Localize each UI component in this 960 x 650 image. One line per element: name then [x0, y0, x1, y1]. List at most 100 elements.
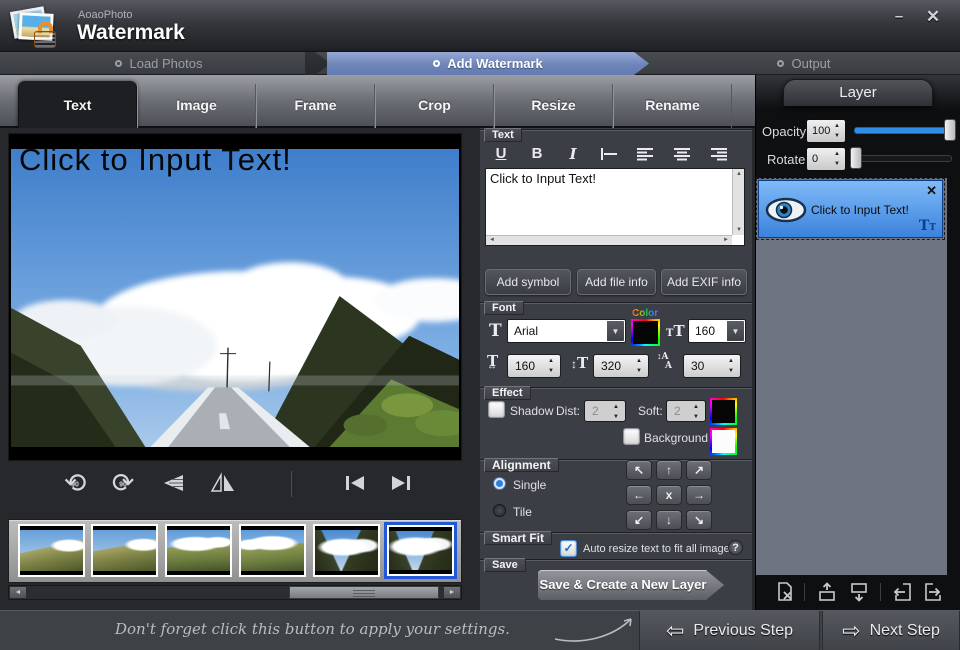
minimize-button[interactable]: –	[886, 7, 912, 27]
mirror-button[interactable]	[206, 465, 240, 501]
rotate-right-90-button[interactable]: ⟳ 90	[106, 465, 140, 501]
dropdown-arrow-icon[interactable]: ▼	[727, 321, 744, 341]
char-height-spinner[interactable]: 320 ▲▼	[593, 354, 649, 378]
single-radio[interactable]	[493, 477, 506, 490]
layer-delete-icon[interactable]: ✕	[926, 183, 937, 199]
tab-image[interactable]: Image	[137, 84, 256, 128]
scroll-left-icon[interactable]: ◄	[486, 237, 498, 243]
spinner-arrows-icon[interactable]: ▲▼	[545, 356, 557, 376]
scrollbar-thumb[interactable]	[289, 586, 439, 599]
rotate-spinner[interactable]: 0 ▲▼	[806, 147, 846, 171]
help-icon[interactable]: ?	[728, 540, 743, 555]
align-left-icon	[636, 147, 654, 161]
watermark-text-overlay[interactable]: Click to Input Text!	[19, 142, 292, 178]
rotate-left-90-button[interactable]: ⟲ 90	[58, 465, 92, 501]
align-right-button[interactable]	[704, 142, 734, 165]
thumbnail-4[interactable]	[239, 524, 306, 577]
flip-horizontal-button[interactable]	[156, 465, 190, 501]
opacity-slider-handle[interactable]	[944, 119, 956, 141]
line-spacing-spinner[interactable]: 30 ▲▼	[683, 354, 741, 378]
align-bottom-left-button[interactable]: ↙	[626, 510, 652, 530]
spinner-arrows-icon[interactable]: ▲▼	[610, 402, 622, 422]
step-output[interactable]: Output	[648, 52, 960, 75]
strikethrough-button[interactable]	[594, 142, 624, 165]
text-vertical-scrollbar[interactable]: ▲ ▼	[732, 169, 744, 235]
next-photo-button[interactable]	[384, 465, 418, 501]
auto-resize-checkbox[interactable]: ✓	[560, 540, 577, 557]
mirror-icon	[210, 472, 236, 494]
spinner-arrows-icon[interactable]: ▲▼	[831, 149, 843, 169]
step-add-watermark[interactable]: Add Watermark	[327, 52, 649, 75]
align-bottom-button[interactable]: ↓	[656, 510, 682, 530]
move-layer-up-button[interactable]	[816, 581, 838, 603]
save-create-layer-button[interactable]: Save & Create a New Layer	[538, 570, 724, 600]
shadow-color-swatch[interactable]	[710, 398, 737, 425]
shadow-checkbox[interactable]	[488, 401, 505, 418]
scroll-down-icon[interactable]: ▼	[733, 227, 745, 233]
next-step-button[interactable]: ⇨ Next Step	[822, 611, 960, 650]
add-exif-info-button[interactable]: Add EXIF info	[661, 269, 747, 295]
layer-item-selected[interactable]: Click to Input Text! ✕ TT	[758, 180, 943, 238]
text-settings-panel: Text U B I Click to Input Text! ▲ ▼	[480, 128, 752, 610]
close-button[interactable]: ✕	[920, 7, 946, 27]
step-load-photos[interactable]: Load Photos	[0, 52, 318, 75]
previous-step-button[interactable]: ⇦ Previous Step	[639, 611, 820, 650]
underline-button[interactable]: U	[486, 142, 516, 165]
scroll-right-icon[interactable]: ►	[720, 237, 732, 243]
step-ring-icon	[433, 60, 440, 67]
import-layers-button[interactable]	[891, 581, 913, 603]
italic-button[interactable]: I	[558, 142, 588, 165]
spinner-arrows-icon[interactable]: ▲▼	[725, 356, 737, 376]
watermark-text-input[interactable]: Click to Input Text! ▲ ▼ ◄ ►	[485, 168, 745, 246]
align-right-pos-button[interactable]: →	[686, 485, 712, 505]
rotate-slider-track[interactable]	[854, 155, 952, 162]
export-layers-button[interactable]	[923, 581, 945, 603]
soft-spinner[interactable]: 2 ▲▼	[666, 400, 706, 422]
tile-radio[interactable]	[493, 504, 506, 517]
spinner-arrows-icon[interactable]: ▲▼	[831, 121, 843, 141]
font-size-select[interactable]: 160 ▼	[688, 319, 746, 343]
dropdown-arrow-icon[interactable]: ▼	[607, 321, 624, 341]
previous-photo-button[interactable]	[338, 465, 372, 501]
spinner-arrows-icon[interactable]: ▲▼	[690, 402, 702, 422]
app-logo-icon	[10, 4, 58, 48]
align-center-button[interactable]	[667, 142, 697, 165]
tab-crop[interactable]: Crop	[375, 84, 494, 128]
scroll-up-icon[interactable]: ▲	[733, 171, 745, 177]
move-layer-down-button[interactable]	[848, 581, 870, 603]
background-checkbox[interactable]	[623, 428, 640, 445]
scroll-right-button[interactable]: ►	[443, 586, 461, 599]
align-top-right-button[interactable]: ↗	[686, 460, 712, 480]
align-top-left-button[interactable]: ↖	[626, 460, 652, 480]
tab-rename[interactable]: Rename	[613, 84, 732, 128]
font-family-select[interactable]: Arial ▼	[507, 319, 626, 343]
layer-visibility-eye-icon[interactable]	[764, 194, 808, 226]
align-bottom-right-button[interactable]: ↘	[686, 510, 712, 530]
align-left-pos-button[interactable]: ←	[626, 485, 652, 505]
font-color-swatch[interactable]	[631, 319, 660, 346]
add-symbol-button[interactable]: Add symbol	[485, 269, 571, 295]
dist-spinner[interactable]: 2 ▲▼	[584, 400, 626, 422]
tab-resize[interactable]: Resize	[494, 84, 613, 128]
spinner-arrows-icon[interactable]: ▲▼	[633, 356, 645, 376]
char-width-spinner[interactable]: 160 ▲▼	[507, 354, 561, 378]
thumbnail-5[interactable]	[313, 524, 380, 577]
thumbnail-2[interactable]	[91, 524, 158, 577]
bold-button[interactable]: B	[522, 142, 552, 165]
align-left-button[interactable]	[630, 142, 660, 165]
opacity-spinner[interactable]: 100 ▲▼	[806, 119, 846, 143]
align-top-button[interactable]: ↑	[656, 460, 682, 480]
opacity-slider-track[interactable]	[854, 127, 952, 134]
rotate-slider-handle[interactable]	[850, 147, 862, 169]
tab-text[interactable]: Text	[18, 81, 137, 128]
scroll-left-button[interactable]: ◄	[9, 586, 27, 599]
thumbnail-3[interactable]	[165, 524, 232, 577]
align-center-pos-button[interactable]: x	[656, 485, 682, 505]
delete-layer-button[interactable]	[774, 581, 796, 603]
add-file-info-button[interactable]: Add file info	[577, 269, 656, 295]
text-horizontal-scrollbar[interactable]: ◄ ►	[486, 235, 732, 245]
thumbnail-6-selected[interactable]	[384, 522, 457, 579]
background-color-swatch[interactable]	[710, 428, 737, 455]
tab-frame[interactable]: Frame	[256, 84, 375, 128]
thumbnail-1[interactable]	[18, 524, 85, 577]
